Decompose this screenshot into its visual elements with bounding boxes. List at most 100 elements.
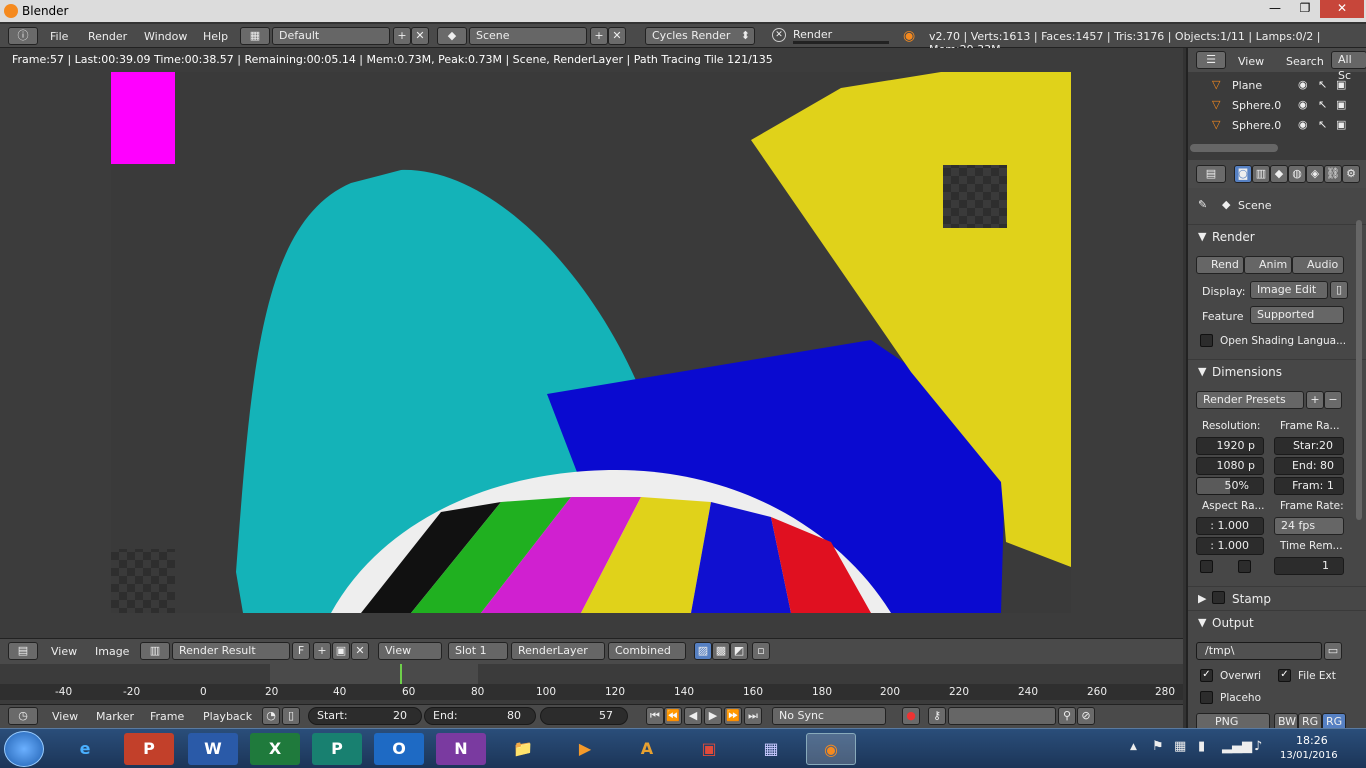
file-explorer-icon[interactable]: 📁: [498, 733, 548, 765]
next-keyframe-icon[interactable]: ⏩: [724, 707, 742, 725]
outliner-menu-search[interactable]: Search: [1286, 55, 1324, 68]
stamp-checkbox[interactable]: [1212, 591, 1225, 604]
tray-network-icon[interactable]: ▦: [1174, 739, 1186, 754]
outliner-menu-view[interactable]: View: [1238, 55, 1264, 68]
cursor-icon[interactable]: ↖: [1318, 118, 1327, 131]
crop-checkbox[interactable]: [1238, 560, 1251, 573]
camera-icon[interactable]: ▣: [1336, 118, 1346, 131]
render-panel-header[interactable]: ▼ Render: [1188, 224, 1366, 246]
timeline-ruler[interactable]: -40 -20 0 20 40 60 80 100 120 140 160 18…: [0, 684, 1183, 700]
jump-start-icon[interactable]: ⏮: [646, 707, 664, 725]
minimize-button[interactable]: —: [1260, 0, 1290, 18]
output-path-field[interactable]: /tmp\: [1196, 642, 1322, 660]
play-reverse-icon[interactable]: ◀: [684, 707, 702, 725]
display-select[interactable]: Image Edit: [1250, 281, 1328, 299]
keying-set-field[interactable]: [948, 707, 1056, 725]
open-image-icon[interactable]: ▣: [332, 642, 350, 660]
resolution-percentage-slider[interactable]: 50%: [1196, 477, 1264, 495]
feature-select[interactable]: Supported: [1250, 306, 1344, 324]
menu-render[interactable]: Render: [88, 30, 127, 43]
image-browse-icon[interactable]: ▥: [140, 642, 170, 660]
lock-interface-icon[interactable]: ▯: [1330, 281, 1348, 299]
osl-checkbox[interactable]: [1200, 334, 1213, 347]
app-icon[interactable]: A: [622, 733, 672, 765]
frame-end-field[interactable]: End: 80: [1274, 457, 1344, 475]
outliner-scrollbar[interactable]: [1190, 144, 1278, 152]
start-frame-field[interactable]: Start: 20: [308, 707, 422, 725]
internet-explorer-icon[interactable]: e: [60, 733, 110, 765]
placeholder-checkbox[interactable]: [1200, 691, 1213, 704]
remove-screen-icon[interactable]: ✕: [411, 27, 429, 45]
play-icon[interactable]: ▶: [704, 707, 722, 725]
world-tab-icon[interactable]: ◍: [1288, 165, 1306, 183]
unlink-image-icon[interactable]: ✕: [351, 642, 369, 660]
menu-window[interactable]: Window: [144, 30, 187, 43]
image-name-field[interactable]: Render Result: [172, 642, 290, 660]
outliner-display-select[interactable]: All Sc: [1331, 51, 1366, 82]
render-still-button[interactable]: Rend: [1196, 256, 1244, 274]
screen-layout-icon[interactable]: ▦: [240, 27, 270, 45]
scene-tab-icon[interactable]: ◆: [1270, 165, 1288, 183]
fps-select[interactable]: 24 fps: [1274, 517, 1344, 535]
maximize-button[interactable]: ❐: [1290, 0, 1320, 18]
render-tab-icon[interactable]: ◙: [1234, 165, 1252, 183]
image-editor-type-icon[interactable]: ▤: [8, 642, 38, 660]
object-tab-icon[interactable]: ◈: [1306, 165, 1324, 183]
image-view-select[interactable]: View: [378, 642, 442, 660]
insert-keyframe-icon[interactable]: ⚲: [1058, 707, 1076, 725]
publisher-icon[interactable]: P: [312, 733, 362, 765]
properties-scrollbar[interactable]: [1356, 220, 1362, 520]
eye-icon[interactable]: ◉: [1298, 78, 1308, 91]
render-animation-button[interactable]: Anim: [1244, 256, 1292, 274]
modifiers-tab-icon[interactable]: ⚙: [1342, 165, 1360, 183]
fake-user-button[interactable]: F: [292, 642, 310, 660]
properties-type-icon[interactable]: ▤: [1196, 165, 1226, 183]
render-layer-select[interactable]: RenderLayer: [511, 642, 605, 660]
eye-icon[interactable]: ◉: [1298, 98, 1308, 111]
outliner-row[interactable]: ▽ Plane ◉ ↖ ▣: [1188, 76, 1366, 96]
onenote-icon[interactable]: N: [436, 733, 486, 765]
menu-file[interactable]: File: [50, 30, 68, 43]
aspect-y-field[interactable]: : 1.000: [1196, 537, 1264, 555]
timeline-editor-type-icon[interactable]: ◷: [8, 707, 38, 725]
tray-volume-icon[interactable]: ♪: [1254, 739, 1262, 754]
timeline-menu-view[interactable]: View: [52, 710, 78, 723]
tray-signal-icon[interactable]: ▂▄▆: [1222, 739, 1252, 754]
keying-set-icon[interactable]: ⚷: [928, 707, 946, 725]
menu-help[interactable]: Help: [203, 30, 228, 43]
new-image-icon[interactable]: +: [313, 642, 331, 660]
cancel-render-icon[interactable]: ✕: [772, 28, 786, 42]
video-editor-icon[interactable]: ▦: [746, 733, 796, 765]
resolution-x-field[interactable]: 1920 p: [1196, 437, 1264, 455]
render-audio-button[interactable]: Audio: [1292, 256, 1344, 274]
render-presets-select[interactable]: Render Presets: [1196, 391, 1304, 409]
display-zbuffer-icon[interactable]: ◩: [730, 642, 748, 660]
add-screen-icon[interactable]: +: [393, 27, 411, 45]
stamp-panel-header[interactable]: ▶ Stamp: [1188, 586, 1366, 608]
file-extensions-checkbox[interactable]: ✓: [1278, 669, 1291, 682]
delete-keyframe-icon[interactable]: ⊘: [1077, 707, 1095, 725]
outliner-type-icon[interactable]: ☰: [1196, 51, 1226, 69]
remove-preset-icon[interactable]: −: [1324, 391, 1342, 409]
word-icon[interactable]: W: [188, 733, 238, 765]
timeline-menu-frame[interactable]: Frame: [150, 710, 184, 723]
screen-name-field[interactable]: Default: [272, 27, 390, 45]
end-frame-field[interactable]: End: 80: [424, 707, 536, 725]
tray-flag-icon[interactable]: ⚑: [1152, 739, 1164, 754]
tray-expand-icon[interactable]: ▲: [1130, 742, 1137, 752]
scene-icon[interactable]: ◆: [437, 27, 467, 45]
start-button[interactable]: [4, 731, 44, 767]
sync-mode-select[interactable]: No Sync: [772, 707, 886, 725]
browse-folder-icon[interactable]: ▭: [1324, 642, 1342, 660]
image-menu-view[interactable]: View: [51, 645, 77, 658]
record-icon[interactable]: ●: [902, 707, 920, 725]
border-checkbox[interactable]: [1200, 560, 1213, 573]
add-preset-icon[interactable]: +: [1306, 391, 1324, 409]
cursor-icon[interactable]: ↖: [1318, 78, 1327, 91]
powerpoint-icon[interactable]: P: [124, 733, 174, 765]
slot-select[interactable]: Slot 1: [448, 642, 508, 660]
dimensions-panel-header[interactable]: ▼ Dimensions: [1188, 359, 1366, 381]
preview-range-icon[interactable]: ◔: [262, 707, 280, 725]
scene-name-field[interactable]: Scene: [469, 27, 587, 45]
frame-step-field[interactable]: Fram: 1: [1274, 477, 1344, 495]
